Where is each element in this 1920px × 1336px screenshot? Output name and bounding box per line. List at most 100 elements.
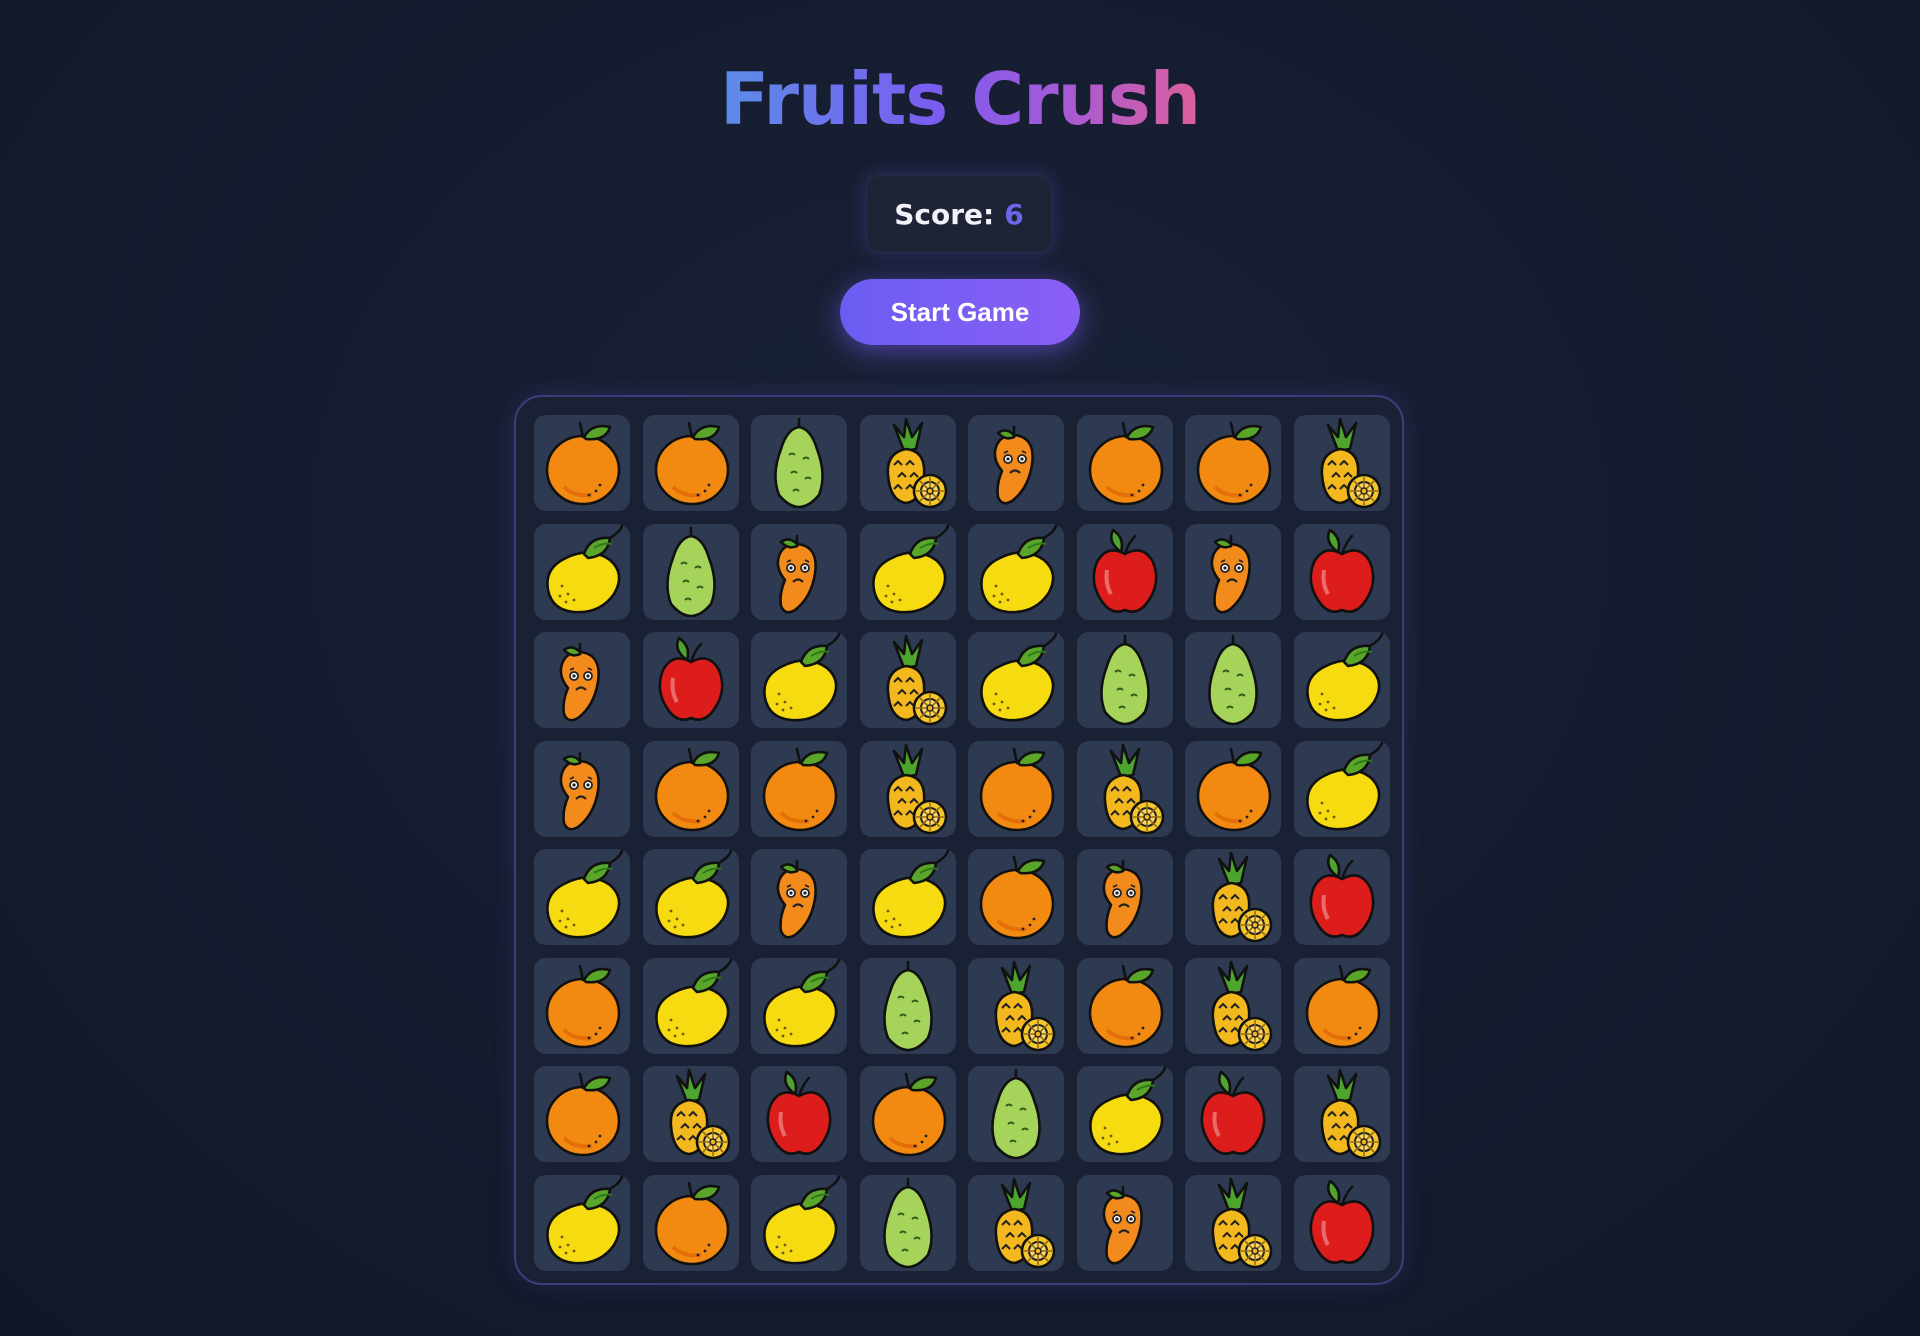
board-cell[interactable]	[968, 415, 1064, 511]
mango-icon	[776, 859, 817, 939]
board-cell[interactable]	[642, 1174, 739, 1271]
board-cell[interactable]	[534, 415, 630, 511]
lemon-icon	[980, 632, 1058, 722]
pineapple-icon	[669, 1068, 730, 1160]
board-cell[interactable]	[642, 632, 739, 728]
board-cell[interactable]	[968, 1066, 1064, 1162]
board-cell[interactable]	[968, 1174, 1064, 1271]
apple-icon	[658, 636, 723, 721]
board-cell[interactable]	[751, 415, 847, 511]
pineapple-icon	[994, 1177, 1056, 1268]
board-cell[interactable]	[642, 523, 739, 620]
board-cell[interactable]	[1185, 849, 1281, 945]
orange-icon	[654, 747, 729, 831]
apple-icon	[766, 1070, 832, 1155]
orange-icon	[654, 1181, 729, 1265]
board-cell[interactable]	[1293, 523, 1390, 620]
board-cell[interactable]	[751, 1174, 847, 1271]
board-cell[interactable]	[859, 849, 956, 945]
start-game-button[interactable]: Start Game	[840, 279, 1080, 345]
pineapple-icon	[1320, 417, 1381, 509]
apple-icon	[1309, 528, 1374, 613]
board-cell[interactable]	[1293, 740, 1390, 837]
mango-icon	[993, 425, 1034, 505]
lemon-icon	[1088, 1066, 1166, 1156]
board-cell[interactable]	[859, 1066, 956, 1162]
lemon-icon	[546, 1175, 624, 1264]
board-cell[interactable]	[859, 632, 956, 728]
lemon-icon	[1305, 632, 1383, 722]
board-cell[interactable]	[1185, 740, 1281, 837]
board-cell[interactable]	[859, 957, 956, 1054]
guava-icon	[991, 1068, 1041, 1160]
board-cell[interactable]	[1293, 849, 1390, 945]
board-cell[interactable]	[859, 1174, 956, 1271]
mango-icon	[1102, 859, 1143, 939]
game-title: Fruits Crush	[0, 54, 1920, 144]
board-cell[interactable]	[642, 957, 739, 1054]
game-title-text: Fruits Crush	[719, 57, 1201, 141]
board-cell[interactable]	[968, 523, 1064, 620]
board-cell[interactable]	[534, 1066, 630, 1162]
board-cell[interactable]	[534, 1174, 630, 1271]
board-cell[interactable]	[534, 849, 630, 945]
pineapple-icon	[1211, 851, 1273, 943]
board-cell[interactable]	[1076, 849, 1173, 945]
board-cell[interactable]	[1293, 632, 1390, 728]
lemon-icon	[654, 958, 732, 1047]
guava-icon	[1208, 634, 1258, 726]
board-cell[interactable]	[859, 523, 956, 620]
board-cell[interactable]	[534, 740, 630, 837]
orange-icon	[545, 1072, 621, 1157]
board-cell[interactable]	[1076, 1066, 1173, 1162]
lemon-icon	[871, 849, 949, 939]
board-cell[interactable]	[1293, 1174, 1390, 1271]
board-cell[interactable]	[1076, 415, 1173, 511]
board-cell[interactable]	[1185, 1066, 1281, 1162]
board-cell[interactable]	[859, 415, 956, 511]
orange-icon	[871, 1072, 946, 1157]
board-cell[interactable]	[968, 740, 1064, 837]
board-cell[interactable]	[1076, 523, 1173, 620]
board-cell[interactable]	[1076, 1174, 1173, 1271]
board-cell[interactable]	[534, 957, 630, 1054]
board-cell[interactable]	[642, 1066, 739, 1162]
board-cell[interactable]	[1185, 632, 1281, 728]
board-cell[interactable]	[751, 849, 847, 945]
pineapple-icon	[994, 960, 1056, 1051]
board-cell[interactable]	[1185, 1174, 1281, 1271]
guava-icon	[774, 417, 824, 509]
board-cell[interactable]	[642, 415, 739, 511]
board-cell[interactable]	[1293, 1066, 1390, 1162]
board-cell[interactable]	[1293, 415, 1390, 511]
board-cell[interactable]	[1076, 740, 1173, 837]
mango-icon	[776, 534, 817, 614]
board-cell[interactable]	[751, 632, 847, 728]
board-cell[interactable]	[1293, 957, 1390, 1054]
lemon-icon	[763, 632, 841, 722]
board-cell[interactable]	[1076, 632, 1173, 728]
orange-icon	[1196, 421, 1272, 506]
board-cell[interactable]	[751, 740, 847, 837]
board-cell[interactable]	[1076, 957, 1173, 1054]
board-cell[interactable]	[968, 957, 1064, 1054]
orange-icon	[1196, 747, 1272, 831]
board-cell[interactable]	[642, 849, 739, 945]
board-cell[interactable]	[1185, 957, 1281, 1054]
board-cell[interactable]	[968, 849, 1064, 945]
score-label: Score:	[894, 197, 995, 231]
board-cell[interactable]	[751, 957, 847, 1054]
board-cell[interactable]	[534, 632, 630, 728]
orange-icon	[654, 421, 729, 506]
board-cell[interactable]	[534, 523, 630, 620]
board-cell[interactable]	[751, 523, 847, 620]
board-cell[interactable]	[642, 740, 739, 837]
board-cell[interactable]	[968, 632, 1064, 728]
pineapple-icon	[886, 743, 947, 834]
pineapple-icon	[1320, 1068, 1381, 1160]
board-cell[interactable]	[859, 740, 956, 837]
board-cell[interactable]	[1185, 523, 1281, 620]
board-cell[interactable]	[1185, 415, 1281, 511]
orange-icon	[979, 855, 1055, 940]
board-cell[interactable]	[751, 1066, 847, 1162]
